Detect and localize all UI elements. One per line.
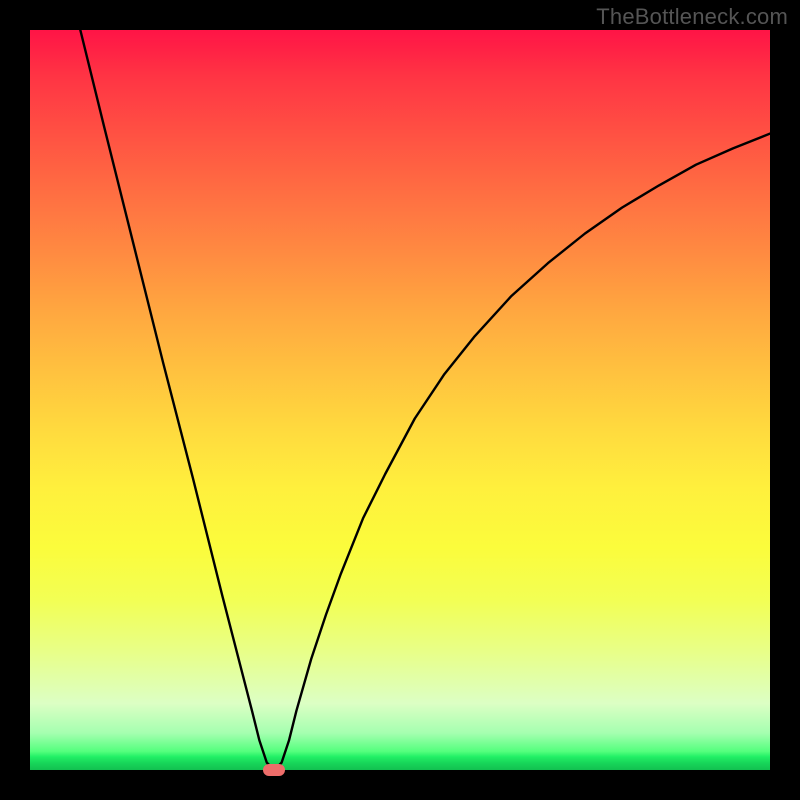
chart-frame: TheBottleneck.com	[0, 0, 800, 800]
watermark-text: TheBottleneck.com	[596, 4, 788, 30]
curve-svg	[30, 30, 770, 770]
plot-area	[30, 30, 770, 770]
minimum-marker	[263, 764, 285, 776]
bottleneck-curve	[80, 30, 770, 770]
